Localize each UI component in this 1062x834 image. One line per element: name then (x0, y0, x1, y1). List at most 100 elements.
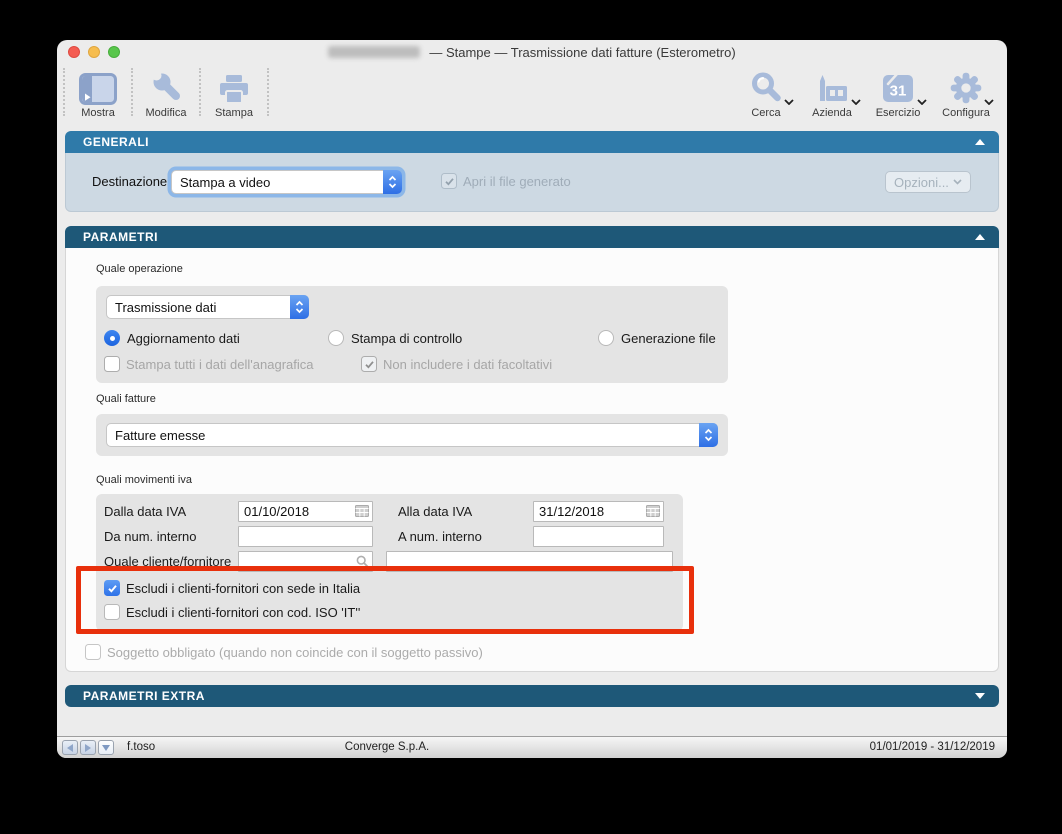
toolbar-label: Cerca (751, 107, 781, 119)
dalla-data-field[interactable] (238, 501, 373, 522)
section-header-parametri[interactable]: PARAMETRI (65, 226, 999, 248)
a-num-label: A num. interno (398, 529, 482, 544)
alla-data-field[interactable] (533, 501, 664, 522)
destinazione-select[interactable]: Stampa a video (171, 170, 402, 194)
factory-icon (820, 75, 847, 101)
checkbox-checked-icon (104, 580, 120, 596)
operazione-select[interactable]: Trasmissione dati (106, 295, 309, 319)
checkbox-icon (104, 356, 120, 372)
section-title: PARAMETRI EXTRA (83, 689, 205, 703)
quale-cliente-desc-input[interactable] (386, 551, 673, 572)
opzioni-button[interactable]: Opzioni... (885, 171, 971, 193)
quale-cliente-field[interactable] (238, 551, 373, 572)
dalla-data-input[interactable] (238, 501, 373, 522)
window-title: — Stampe — Trasmissione dati fatture (Es… (429, 44, 736, 60)
toolbar-button-cerca[interactable]: Cerca (733, 66, 799, 119)
escludi-sede-italia-checkbox[interactable]: Escludi i clienti-fornitori con sede in … (104, 580, 360, 596)
chevron-down-icon (917, 99, 927, 105)
toolbar-button-configura[interactable]: Configura (931, 66, 1001, 119)
collapse-arrow-icon (975, 139, 985, 145)
arrow-down-icon (102, 744, 110, 751)
toolbar-button-mostra[interactable]: Mostra (65, 66, 131, 119)
da-num-label: Da num. interno (104, 529, 197, 544)
checkbox-checked-disabled-icon (361, 356, 377, 372)
arrow-left-icon (67, 743, 73, 752)
nav-menu-button[interactable] (98, 740, 114, 755)
escludi-cod-iso-checkbox[interactable]: Escludi i clienti-fornitori con cod. ISO… (104, 604, 360, 620)
printer-icon (220, 75, 248, 104)
fatture-panel: Fatture emesse (96, 414, 728, 456)
radio-label: Aggiornamento dati (127, 330, 240, 346)
soggetto-obbligato-checkbox[interactable]: Soggetto obbligato (quando non coincide … (85, 644, 483, 660)
toolbar-button-stampa[interactable]: Stampa (201, 66, 267, 119)
quale-operazione-label: Quale operazione (96, 263, 183, 275)
section-title: PARAMETRI (83, 230, 158, 244)
quale-cliente-desc-field[interactable] (386, 551, 673, 572)
checkbox-label: Apri il file generato (463, 173, 571, 189)
toolbar-button-azienda[interactable]: Azienda (799, 66, 865, 119)
section-header-parametri-extra[interactable]: PARAMETRI EXTRA (65, 685, 999, 707)
radio-stampa-di-controllo[interactable]: Stampa di controllo (328, 330, 462, 346)
select-stepper-icon (383, 170, 402, 194)
toolbar-button-modifica[interactable]: Modifica (133, 66, 199, 119)
non-includere-checkbox[interactable]: Non includere i dati facoltativi (361, 356, 552, 372)
radio-generazione-file[interactable]: Generazione file (598, 330, 716, 346)
section-title: GENERALI (83, 135, 150, 149)
nav-forward-button[interactable] (80, 740, 96, 755)
select-stepper-icon (290, 295, 309, 319)
toolbar-label: Modifica (145, 107, 187, 119)
stampa-tutti-checkbox[interactable]: Stampa tutti i dati dell'anagrafica (104, 356, 313, 372)
chevron-down-icon (851, 99, 861, 105)
checkbox-checked-disabled-icon (441, 173, 457, 189)
da-num-input[interactable] (238, 526, 373, 547)
wrench-icon (151, 71, 180, 100)
a-num-field[interactable] (533, 526, 664, 547)
alla-data-label: Alla data IVA (398, 504, 473, 519)
expand-arrow-icon (975, 693, 985, 699)
radio-icon (328, 330, 344, 346)
chevron-down-icon (953, 179, 962, 185)
checkbox-label: Stampa tutti i dati dell'anagrafica (126, 356, 314, 372)
status-period: 01/01/2019 - 31/12/2019 (869, 741, 995, 753)
section-body-parametri: Quale operazione Trasmissione dati Aggio… (65, 248, 999, 672)
checkbox-icon (104, 604, 120, 620)
operazione-panel: Trasmissione dati Aggiornamento dati Sta… (96, 286, 728, 383)
destinazione-label: Destinazione (92, 174, 168, 189)
collapse-arrow-icon (975, 234, 985, 240)
search-icon (752, 72, 781, 102)
button-label: Opzioni... (894, 174, 949, 190)
calendar-badge: 31 (890, 83, 907, 100)
section-header-generali[interactable]: GENERALI (65, 131, 999, 153)
select-stepper-icon (699, 423, 718, 447)
radio-label: Generazione file (621, 330, 716, 346)
nav-back-button[interactable] (62, 740, 78, 755)
window-preview-icon (79, 73, 117, 105)
app-window: — Stampe — Trasmissione dati fatture (Es… (57, 40, 1007, 758)
quale-cliente-input[interactable] (238, 551, 373, 572)
toolbar-button-esercizio[interactable]: 31 Esercizio (865, 66, 931, 119)
statusbar: f.toso Converge S.p.A. 01/01/2019 - 31/1… (57, 736, 1007, 758)
toolbar-separator (267, 68, 269, 116)
toolbar-label: Mostra (81, 107, 115, 119)
section-body-generali: Destinazione Stampa a video Apri il file… (65, 153, 999, 212)
a-num-input[interactable] (533, 526, 664, 547)
chevron-down-icon (984, 99, 994, 105)
radio-selected-icon (104, 330, 120, 346)
checkbox-icon (85, 644, 101, 660)
quale-cliente-label: Quale cliente/fornitore (104, 554, 232, 569)
calendar-icon: 31 (883, 72, 913, 102)
chevron-down-icon (784, 99, 794, 105)
alla-data-input[interactable] (533, 501, 664, 522)
dalla-data-label: Dalla data IVA (104, 504, 187, 519)
checkbox-label: Soggetto obbligato (quando non coincide … (107, 644, 483, 660)
checkbox-label: Non includere i dati facoltativi (383, 356, 553, 372)
redacted-app-name (328, 46, 421, 58)
toolbar-label: Stampa (215, 107, 253, 119)
quali-movimenti-label: Quali movimenti iva (96, 474, 192, 486)
radio-aggiornamento-dati[interactable]: Aggiornamento dati (104, 330, 240, 346)
titlebar: — Stampe — Trasmissione dati fatture (Es… (57, 40, 1007, 64)
da-num-field[interactable] (238, 526, 373, 547)
select-value: Stampa a video (180, 174, 271, 190)
fatture-select[interactable]: Fatture emesse (106, 423, 718, 447)
apri-file-checkbox[interactable]: Apri il file generato (441, 173, 571, 189)
